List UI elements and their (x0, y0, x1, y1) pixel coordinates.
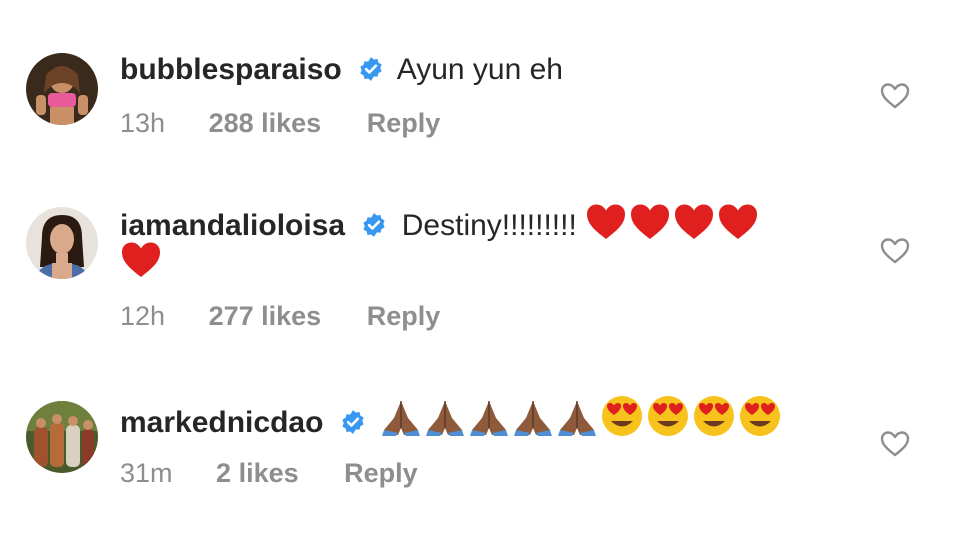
comment-time: 31m (120, 458, 173, 488)
reply-button[interactable]: Reply (344, 458, 418, 489)
folded-hands-icon (382, 401, 421, 436)
avatar[interactable] (26, 207, 98, 279)
avatar-image (26, 53, 98, 125)
folded-hands-icon (558, 401, 597, 436)
comment-meta: 13h 288 likes Reply (120, 108, 440, 139)
verified-badge-icon (363, 213, 386, 237)
comment-time: 13h (120, 108, 166, 138)
likes-count[interactable]: 2 likes (216, 458, 299, 489)
username[interactable]: bubblesparaiso (120, 53, 342, 86)
red-heart-icon (631, 204, 670, 239)
avatar-image (26, 401, 98, 473)
heart-eyes-icon (694, 396, 735, 436)
like-heart-icon[interactable] (880, 237, 910, 265)
heart-eyes-icon (648, 396, 689, 436)
folded-hands-icon (470, 401, 509, 436)
comment-time: 12h (120, 301, 166, 331)
folded-hands-icon (426, 401, 465, 436)
likes-count[interactable]: 277 likes (209, 301, 322, 332)
verified-badge-icon (342, 410, 364, 434)
like-heart-icon[interactable] (880, 82, 910, 110)
heart-eyes-icon (602, 396, 643, 436)
avatar[interactable] (26, 401, 98, 473)
verified-badge-icon (360, 57, 382, 81)
red-heart-icon (122, 242, 160, 277)
comment-text: Ayun yun eh (396, 53, 563, 86)
avatar[interactable] (26, 53, 98, 125)
heart-eyes-icon (740, 396, 781, 436)
username[interactable]: markednicdao (120, 406, 323, 439)
like-heart-icon[interactable] (880, 430, 910, 458)
comment-meta: 12h 277 likes Reply (120, 301, 440, 332)
reply-button[interactable]: Reply (367, 108, 441, 139)
likes-count[interactable]: 288 likes (209, 108, 322, 139)
red-heart-icon (587, 204, 626, 239)
reply-button[interactable]: Reply (367, 301, 441, 332)
red-heart-icon (675, 204, 714, 239)
comment-meta: 31m 2 likes Reply (120, 458, 418, 489)
comment-text: Destiny!!!!!!!!! (401, 209, 577, 242)
avatar-image (26, 207, 98, 279)
folded-hands-icon (514, 401, 553, 436)
red-heart-icon (719, 204, 758, 239)
